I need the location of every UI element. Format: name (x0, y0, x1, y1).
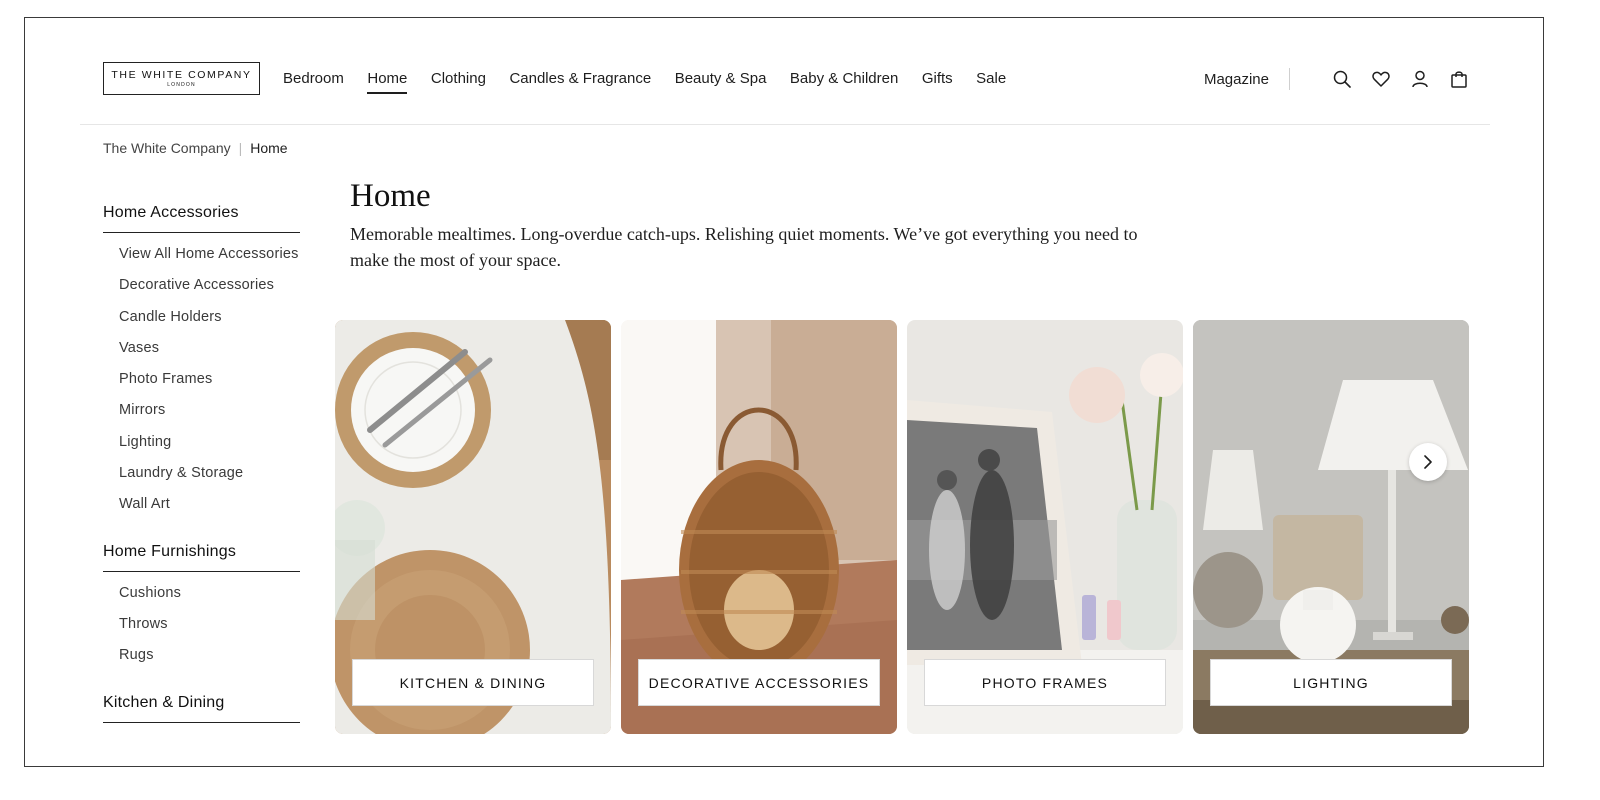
breadcrumb: The White Company | Home (103, 140, 288, 156)
nav-beauty-spa[interactable]: Beauty & Spa (675, 70, 767, 94)
breadcrumb-current: Home (250, 140, 288, 156)
utility-nav: Magazine (1204, 68, 1468, 90)
nav-bedroom[interactable]: Bedroom (283, 70, 344, 94)
sidebar-section-home-accessories: Home Accessories View All Home Accessori… (103, 204, 300, 529)
search-icon[interactable] (1333, 70, 1351, 88)
sidebar-section-kitchen-dining: Kitchen & Dining (103, 694, 300, 723)
sidebar-heading-home-accessories[interactable]: Home Accessories (103, 204, 300, 233)
category-card-decorative-accessories[interactable]: DECORATIVE ACCESSORIES (621, 320, 897, 734)
utility-divider (1289, 68, 1290, 90)
wishlist-heart-icon[interactable] (1372, 70, 1390, 88)
sidebar-item-mirrors[interactable]: Mirrors (119, 403, 300, 434)
logo-text: THE WHITE COMPANY (111, 69, 252, 81)
sidebar-section-home-furnishings: Home Furnishings Cushions Throws Rugs (103, 543, 300, 680)
sidebar-heading-kitchen-dining[interactable]: Kitchen & Dining (103, 694, 300, 723)
category-card-lighting[interactable]: LIGHTING (1193, 320, 1469, 734)
sidebar-list-home-accessories: View All Home Accessories Decorative Acc… (103, 246, 300, 529)
sidebar-item-laundry-storage[interactable]: Laundry & Storage (119, 466, 300, 497)
sidebar-heading-home-furnishings[interactable]: Home Furnishings (103, 543, 300, 572)
breadcrumb-separator: | (238, 140, 243, 156)
magazine-link[interactable]: Magazine (1204, 71, 1269, 88)
logo-subtext: LONDON (167, 82, 196, 88)
sidebar-item-decorative-accessories[interactable]: Decorative Accessories (119, 278, 300, 309)
brand-logo[interactable]: THE WHITE COMPANY LONDON (103, 62, 260, 95)
breadcrumb-root-link[interactable]: The White Company (103, 140, 231, 156)
chevron-right-icon (1424, 455, 1432, 469)
sidebar-item-cushions[interactable]: Cushions (119, 585, 300, 617)
card-label-photo-frames[interactable]: PHOTO FRAMES (924, 659, 1166, 706)
sidebar-item-photo-frames[interactable]: Photo Frames (119, 372, 300, 403)
shopping-bag-icon[interactable] (1450, 70, 1468, 88)
page-description: Memorable mealtimes. Long-overdue catch-… (350, 224, 1138, 270)
sidebar-item-throws[interactable]: Throws (119, 616, 300, 648)
category-sidebar: Home Accessories View All Home Accessori… (103, 204, 300, 737)
card-label-decorative-accessories[interactable]: DECORATIVE ACCESSORIES (638, 659, 880, 706)
sidebar-item-vases[interactable]: Vases (119, 340, 300, 372)
sidebar-item-wall-art[interactable]: Wall Art (119, 497, 300, 528)
nav-baby-children[interactable]: Baby & Children (790, 70, 898, 94)
account-icon[interactable] (1411, 70, 1429, 88)
nav-candles-fragrance[interactable]: Candles & Fragrance (509, 70, 651, 94)
browser-frame: THE WHITE COMPANY LONDON Bedroom Home Cl… (24, 17, 1544, 767)
nav-home[interactable]: Home (367, 70, 408, 94)
sidebar-item-rugs[interactable]: Rugs (119, 648, 300, 679)
category-card-photo-frames[interactable]: PHOTO FRAMES (907, 320, 1183, 734)
nav-sale[interactable]: Sale (976, 70, 1006, 94)
card-label-lighting[interactable]: LIGHTING (1210, 659, 1452, 706)
category-card-kitchen-dining[interactable]: KITCHEN & DINING (335, 320, 611, 734)
header-divider (80, 124, 1490, 125)
category-carousel: KITCHEN & DINING DECORATIVE ACCESSORIES (335, 320, 1469, 734)
carousel-next-button[interactable] (1409, 443, 1447, 481)
sidebar-item-candle-holders[interactable]: Candle Holders (119, 309, 300, 341)
sidebar-item-view-all-home-accessories[interactable]: View All Home Accessories (119, 246, 300, 278)
sidebar-list-home-furnishings: Cushions Throws Rugs (103, 585, 300, 680)
page-title: Home (350, 178, 431, 214)
card-label-kitchen-dining[interactable]: KITCHEN & DINING (352, 659, 594, 706)
main-nav: Bedroom Home Clothing Candles & Fragranc… (283, 70, 1030, 94)
nav-gifts[interactable]: Gifts (922, 70, 953, 94)
sidebar-item-lighting[interactable]: Lighting (119, 434, 300, 466)
nav-clothing[interactable]: Clothing (431, 70, 486, 94)
